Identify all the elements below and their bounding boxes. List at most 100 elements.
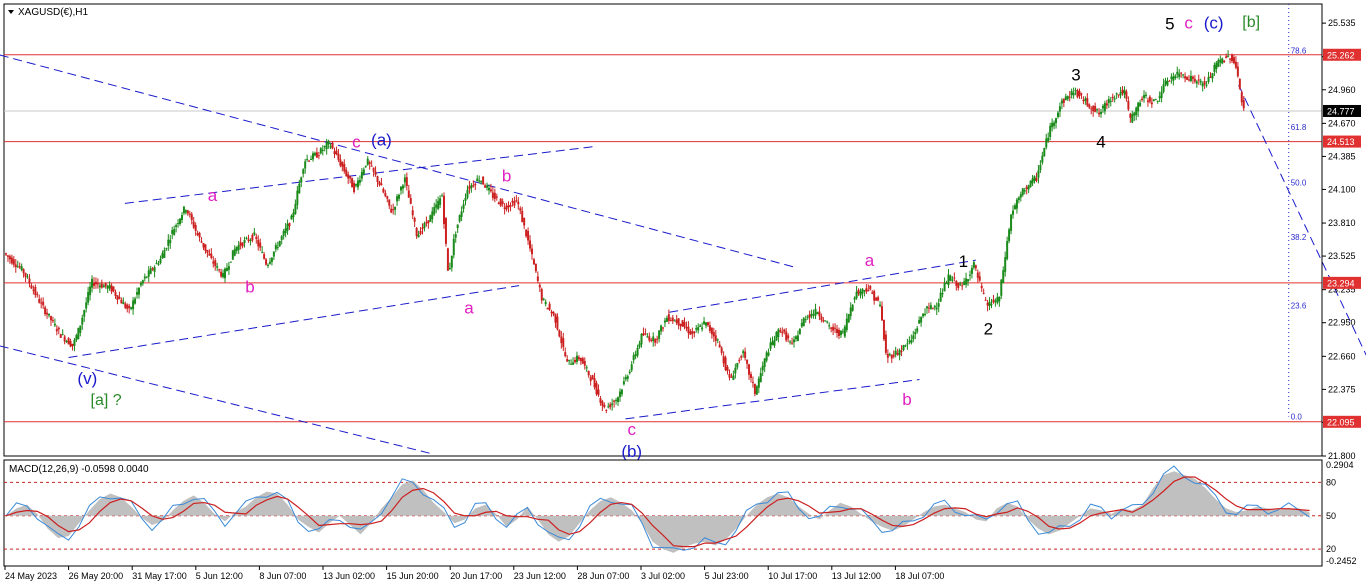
time-tick-label: 15 Jun 20:00 [387,571,439,581]
candle-body [1021,188,1024,195]
candle-body [341,161,344,167]
candle-body [1189,75,1192,81]
candle-body [918,319,921,324]
candle-body [290,215,293,220]
candle-body [180,215,183,221]
candle-body [194,225,197,231]
candle-body [435,204,438,208]
candle-body [313,152,316,156]
candle-body [1146,100,1149,103]
fib-level-label: 50.0 [1291,178,1307,187]
candle-body [85,302,88,309]
candle-body [613,400,616,402]
candle-body [296,190,299,205]
candle-body [122,302,125,305]
chart-root[interactable]: 78.6 61.8 50.0 38.2 23.6 0.0 (v) [a] ? a b c (a) b a… [0,0,1366,588]
candle-body [349,176,352,179]
candle-body [102,285,105,288]
candle-body [196,233,199,235]
candle-body [865,288,868,292]
candle-body [785,331,788,341]
candle-body [311,153,314,160]
candle-body [628,371,631,374]
candle-body [16,266,19,268]
candle-body [1045,138,1048,148]
price-level-badge-label: 25.262 [1327,50,1355,60]
candle-body [1086,98,1089,106]
candle-body [186,210,189,214]
candle-body [259,242,262,248]
candle-body [1152,99,1155,102]
candle-body [92,282,95,286]
candle-body [572,362,575,365]
candle-body [955,281,958,286]
candle-body [108,284,111,289]
candle-body [137,287,140,295]
candle-body [466,189,469,198]
candle-body [1101,105,1104,109]
candle-body [724,357,727,370]
candle-body [540,289,543,301]
price-tick-label: 22.375 [1328,384,1356,394]
candle-body [317,155,320,157]
main-chart-panel[interactable]: 78.6 61.8 50.0 38.2 23.6 0.0 (v) [a] ? a b c (a) b a… [0,3,1366,461]
candle-body [1238,79,1241,89]
candle-body [437,200,440,209]
candle-body [431,211,434,220]
candle-body [509,205,512,207]
price-level-badge-label: 24.513 [1327,137,1355,147]
candle-body [57,327,60,330]
candle-body [343,164,346,172]
candle-body [939,292,942,302]
candle-body [605,409,608,411]
candle-body [1025,186,1028,190]
candle-body [624,377,627,380]
candle-body [456,224,459,229]
candle-body [55,329,58,332]
candle-body [802,318,805,327]
candle-body [358,179,361,183]
macd-panel[interactable]: MACD(12,26,9) -0.0598 0.0040 0.2904 80 50 2… [3,459,1357,567]
candle-body [493,192,496,199]
candle-body [171,230,174,234]
symbol-title: XAGUSD(€),H1 [18,7,88,18]
candle-body [100,283,103,288]
candle-body [14,264,17,268]
candle-body [478,180,481,182]
candle-body [595,383,598,395]
candle-body [609,404,612,408]
candle-body [347,174,350,179]
candle-body [861,288,864,294]
candle-body [376,176,379,182]
candle-body [667,314,670,321]
candle-body [961,285,964,287]
candle-body [36,294,39,296]
candle-body [1094,105,1097,112]
candle-body [935,307,938,310]
candle-body [837,329,840,336]
candle-body [284,228,287,234]
macd-title: MACD(12,26,9) -0.0598 0.0040 [9,464,149,475]
candle-body [1137,102,1140,112]
candle-body [691,331,694,334]
wave-label: b [902,390,911,409]
candle-body [65,341,68,343]
candle-body [206,249,209,253]
candle-body [94,281,97,285]
candle-body [499,198,502,206]
candle-body [237,245,240,250]
candle-body [753,383,756,394]
candle-body [134,298,137,304]
candle-body [677,318,680,326]
candle-body [1121,89,1124,93]
candle-body [143,276,146,279]
candle-body [804,319,807,321]
candle-body [321,149,324,151]
candle-body [931,307,934,309]
candle-body [1013,205,1016,210]
candle-body [957,283,960,289]
candle-body [386,196,389,199]
candle-body [331,142,334,149]
candle-body [241,242,244,247]
candle-body [38,299,41,303]
